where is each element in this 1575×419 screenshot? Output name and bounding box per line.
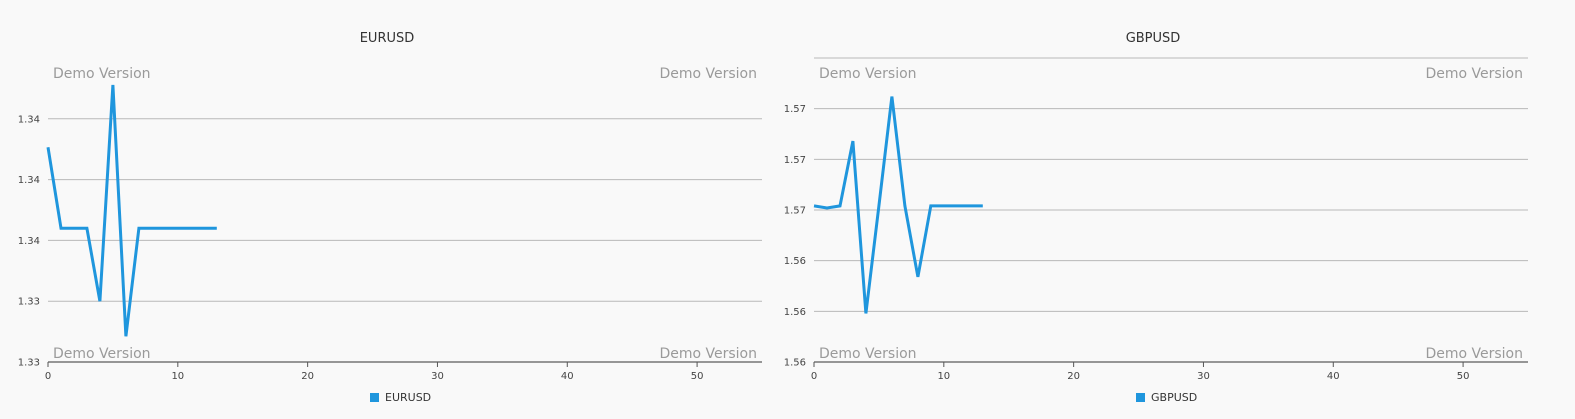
x-tick-label: 50 — [1457, 371, 1470, 382]
demo-watermark: Demo Version — [659, 66, 757, 82]
legend-label: GBPUSD — [1151, 391, 1197, 404]
x-tick-label: 20 — [301, 371, 314, 382]
y-tick-label: 1.34 — [18, 236, 40, 247]
y-tick-label: 1.33 — [18, 297, 40, 308]
y-tick-label: 1.57 — [784, 155, 806, 166]
series-line-eurusd — [46, 84, 217, 337]
demo-watermark: Demo Version — [819, 66, 917, 82]
chart-title: GBPUSD — [1126, 31, 1181, 46]
x-tick-label: 10 — [171, 371, 184, 382]
x-tick-label: 20 — [1067, 371, 1080, 382]
y-tick-label: 1.56 — [784, 256, 806, 267]
y-tick-label: 1.56 — [784, 358, 806, 369]
demo-watermark: Demo Version — [1425, 66, 1523, 82]
demo-watermark: Demo Version — [53, 346, 151, 362]
x-tick-label: 10 — [937, 371, 950, 382]
y-tick-label: 1.33 — [18, 358, 40, 369]
demo-watermark: Demo Version — [53, 66, 151, 82]
chart-panel-eurusd: EURUSD 1.33 1.33 1.34 1.34 1.34 0 10 20 30 40 50 Dem… — [0, 0, 766, 419]
y-tick-label: 1.34 — [18, 175, 40, 186]
demo-watermark: Demo Version — [819, 346, 917, 362]
legend-label: EURUSD — [385, 391, 431, 404]
y-tick-label: 1.56 — [784, 307, 806, 318]
chart-title: EURUSD — [360, 31, 415, 46]
x-tick-label: 50 — [691, 371, 704, 382]
gbpusd-chart: GBPUSD 1.56 1.56 1.56 1.57 1.57 1.57 0 10 20 30 40 5… — [784, 31, 1528, 404]
y-tick-label: 1.34 — [18, 114, 40, 125]
x-tick-label: 0 — [45, 371, 51, 382]
legend-swatch — [370, 393, 379, 402]
x-tick-label: 30 — [1197, 371, 1210, 382]
demo-watermark: Demo Version — [1425, 346, 1523, 362]
x-tick-label: 0 — [811, 371, 817, 382]
chart-panel-gbpusd: GBPUSD 1.56 1.56 1.56 1.57 1.57 1.57 0 10 20 30 40 5… — [766, 0, 1532, 419]
x-tick-label: 40 — [1327, 371, 1340, 382]
demo-watermark: Demo Version — [659, 346, 757, 362]
x-tick-label: 40 — [561, 371, 574, 382]
y-tick-label: 1.57 — [784, 104, 806, 115]
legend-swatch — [1136, 393, 1145, 402]
x-tick-label: 30 — [431, 371, 444, 382]
y-tick-label: 1.57 — [784, 206, 806, 217]
eurusd-chart: EURUSD 1.33 1.33 1.34 1.34 1.34 0 10 20 30 40 50 Dem… — [18, 31, 762, 404]
